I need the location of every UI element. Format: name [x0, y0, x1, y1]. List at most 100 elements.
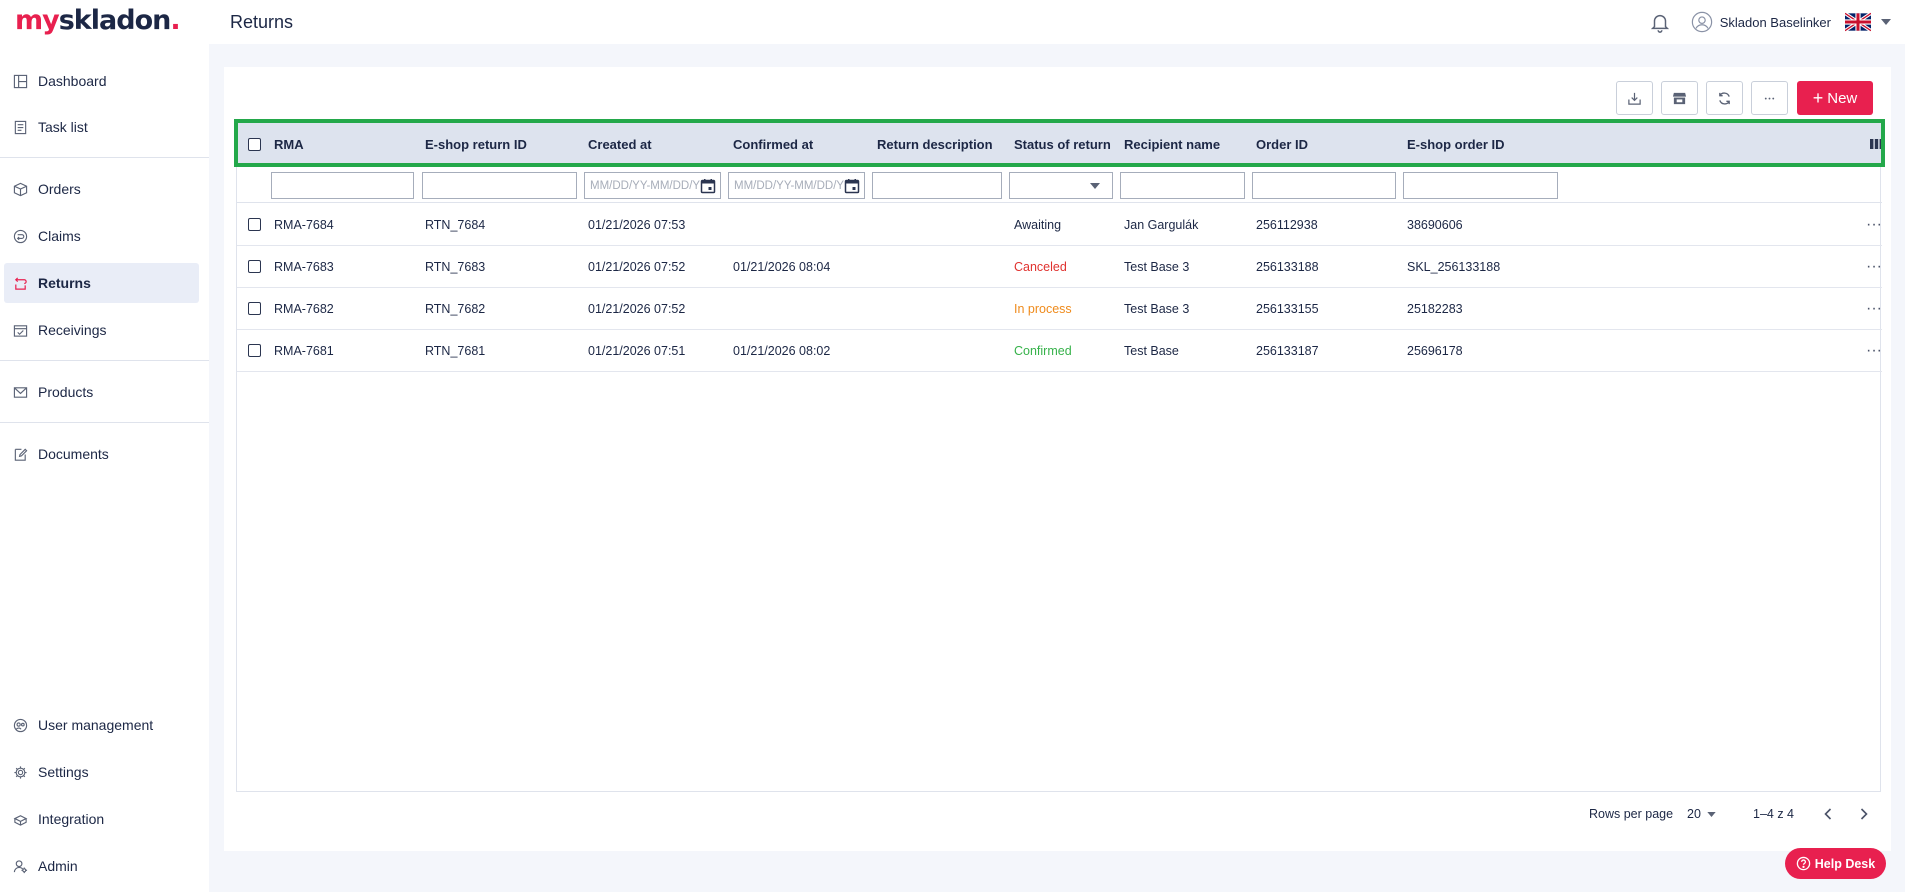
uk-flag-icon[interactable]: [1845, 12, 1871, 32]
store-button[interactable]: [1661, 81, 1698, 115]
avatar-icon: [1691, 11, 1712, 33]
cell-rma[interactable]: RMA-7681: [274, 330, 334, 371]
filter-created-at-field[interactable]: [584, 172, 721, 199]
page-title: Returns: [230, 12, 294, 32]
page-range: 1–4 z 4: [1753, 807, 1795, 821]
filter-row: [237, 167, 1882, 203]
top-bar: myskladon. Returns Skladon Baselinker: [0, 0, 1905, 44]
filter-confirmed-at-input[interactable]: [729, 173, 844, 198]
filter-recipient-name-input[interactable]: [1120, 172, 1245, 199]
cell-recipient: Test Base: [1124, 343, 1179, 358]
row-checkbox[interactable]: [248, 302, 261, 315]
help-desk-button[interactable]: Help Desk: [1785, 848, 1886, 879]
documents-icon: [14, 448, 28, 461]
cell-eshop-order-id: 25696178: [1407, 343, 1463, 358]
sidebar-item-admin[interactable]: Admin: [4, 846, 199, 886]
toolbar: + New: [1608, 81, 1873, 115]
cell-rma[interactable]: RMA-7684: [274, 204, 334, 245]
new-return-button[interactable]: + New: [1797, 81, 1873, 115]
chevron-left-icon: [1824, 808, 1832, 820]
row-checkbox[interactable]: [248, 344, 261, 357]
sidebar-item-user-management[interactable]: User management: [4, 705, 199, 745]
cell-status: In process: [1014, 301, 1072, 316]
filter-eshop-order-id-input[interactable]: [1403, 172, 1558, 199]
calendar-icon[interactable]: [844, 178, 860, 194]
cell-eshop-return-id: RTN_7683: [425, 259, 486, 274]
filter-order-id-input[interactable]: [1252, 172, 1396, 199]
sidebar-item-returns[interactable]: Returns: [4, 263, 199, 303]
table-row[interactable]: RMA-7682 RTN_7682 01/21/2026 07:52 In pr…: [237, 288, 1882, 330]
filter-eshop-return-id-input[interactable]: [422, 172, 577, 199]
more-actions-button[interactable]: [1751, 81, 1788, 115]
sidebar-item-documents[interactable]: Documents: [4, 434, 199, 474]
cell-eshop-order-id: 38690606: [1407, 217, 1463, 232]
cell-order-id: 256133187: [1256, 343, 1319, 358]
cell-confirmed-at: 01/21/2026 08:02: [733, 343, 831, 358]
cell-created-at: 01/21/2026 07:52: [588, 301, 686, 316]
receivings-icon: [13, 324, 28, 337]
sidebar-item-orders[interactable]: Orders: [4, 169, 199, 209]
filter-created-at-input[interactable]: [585, 173, 700, 198]
filter-confirmed-at-field[interactable]: [728, 172, 865, 199]
returns-table: RMA E-shop return ID Created at Confirme…: [234, 119, 1885, 792]
cell-status: Awaiting: [1014, 217, 1062, 232]
user-name: Skladon Baselinker: [1719, 14, 1831, 30]
sidebar-item-task-list[interactable]: Task list: [4, 107, 199, 147]
sidebar-item-dashboard[interactable]: Dashboard: [4, 61, 199, 101]
rows-per-page-select[interactable]: 20: [1687, 807, 1716, 821]
row-checkbox[interactable]: [248, 260, 261, 273]
products-icon: [13, 386, 28, 398]
sidebar-item-settings[interactable]: Settings: [4, 752, 199, 792]
plus-icon: +: [1812, 88, 1824, 108]
header-highlight-frame: [234, 119, 1885, 167]
table-row[interactable]: RMA-7683 RTN_7683 01/21/2026 07:52 01/21…: [237, 246, 1882, 288]
row-checkbox[interactable]: [248, 218, 261, 231]
claims-icon: [13, 229, 28, 243]
sidebar-item-receivings[interactable]: Receivings: [4, 310, 199, 350]
cell-recipient: Test Base 3: [1124, 301, 1190, 316]
cell-recipient: Jan Gargulák: [1124, 217, 1199, 232]
table-row[interactable]: RMA-7684 RTN_7684 01/21/2026 07:53 Await…: [237, 204, 1882, 246]
cell-rma[interactable]: RMA-7682: [274, 288, 334, 329]
chevron-down-icon: [1090, 183, 1100, 189]
row-actions-button[interactable]: ···: [1866, 288, 1882, 329]
row-actions-button[interactable]: ···: [1866, 330, 1882, 371]
cell-eshop-order-id: 25182283: [1407, 301, 1463, 316]
admin-icon: [13, 859, 28, 873]
chevron-down-icon: [1707, 811, 1716, 817]
user-menu[interactable]: Skladon Baselinker: [1691, 11, 1831, 33]
sidebar-item-products[interactable]: Products: [4, 372, 199, 412]
filter-rma-input[interactable]: [271, 172, 414, 199]
export-button[interactable]: [1616, 81, 1653, 115]
cell-created-at: 01/21/2026 07:53: [588, 217, 686, 232]
language-dropdown-icon[interactable]: [1881, 19, 1891, 25]
download-icon: [1628, 92, 1641, 105]
logo[interactable]: myskladon.: [15, 5, 181, 36]
filter-return-description-input[interactable]: [872, 172, 1002, 199]
sidebar-item-integration[interactable]: Integration: [4, 799, 199, 839]
gear-icon: [14, 765, 27, 779]
task-list-icon: [14, 120, 27, 134]
table-row[interactable]: RMA-7681 RTN_7681 01/21/2026 07:51 01/21…: [237, 330, 1882, 372]
cell-recipient: Test Base 3: [1124, 259, 1190, 274]
cell-eshop-return-id: RTN_7681: [425, 343, 486, 358]
cell-status: Canceled: [1014, 259, 1067, 274]
next-page-button[interactable]: [1854, 805, 1874, 823]
sidebar-item-claims[interactable]: Claims: [4, 216, 199, 256]
row-actions-button[interactable]: ···: [1866, 246, 1882, 287]
cell-order-id: 256133188: [1256, 259, 1319, 274]
row-actions-button[interactable]: ···: [1866, 204, 1882, 245]
more-icon: [1764, 97, 1775, 99]
cell-order-id: 256133155: [1256, 301, 1319, 316]
cell-created-at: 01/21/2026 07:51: [588, 343, 686, 358]
cell-rma[interactable]: RMA-7683: [274, 246, 334, 287]
prev-page-button[interactable]: [1818, 805, 1838, 823]
help-icon: [1796, 856, 1811, 871]
calendar-icon[interactable]: [700, 178, 716, 194]
refresh-button[interactable]: [1706, 81, 1743, 115]
store-icon: [1672, 92, 1687, 104]
cell-order-id: 256112938: [1256, 217, 1318, 232]
bell-icon[interactable]: [1649, 10, 1671, 34]
filter-status-select[interactable]: [1009, 172, 1113, 199]
integration-icon: [13, 814, 28, 826]
